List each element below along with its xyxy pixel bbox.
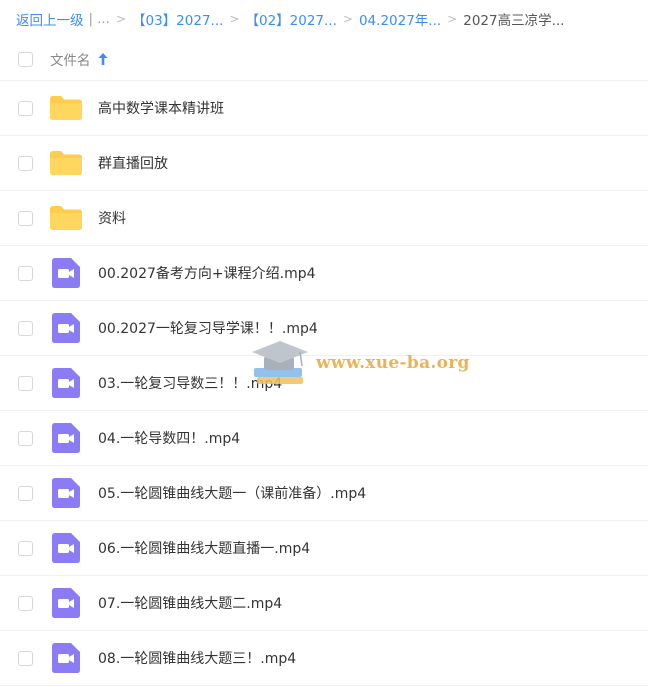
row-checkbox[interactable]	[18, 100, 33, 116]
breadcrumb-item[interactable]: 【03】2027...	[132, 9, 223, 29]
breadcrumb: 返回上一级 | ... > 【03】2027... > 【02】2027... …	[0, 0, 648, 38]
filename-column-header[interactable]: 文件名	[50, 49, 91, 69]
video-file-icon	[49, 643, 83, 673]
file-list: 高中数学课本精讲班 群直播回放资料 00.2027备考方向+课程介绍.mp4 00.2…	[0, 81, 648, 686]
back-link[interactable]: 返回上一级	[16, 9, 84, 29]
row-checkbox[interactable]	[18, 430, 33, 446]
row-checkbox[interactable]	[18, 540, 33, 556]
file-row[interactable]: 05.一轮圆锥曲线大题一（课前准备）.mp4	[0, 466, 648, 521]
row-checkbox[interactable]	[18, 155, 33, 171]
arrow-up-icon[interactable]	[98, 53, 108, 65]
file-name[interactable]: 06.一轮圆锥曲线大题直播一.mp4	[98, 538, 310, 558]
breadcrumb-divider: |	[88, 11, 94, 27]
row-checkbox[interactable]	[18, 485, 33, 501]
file-name[interactable]: 05.一轮圆锥曲线大题一（课前准备）.mp4	[98, 483, 366, 503]
file-name[interactable]: 群直播回放	[98, 153, 168, 173]
chevron-right-icon: >	[229, 12, 240, 26]
chevron-right-icon: >	[447, 12, 458, 26]
file-row[interactable]: 06.一轮圆锥曲线大题直播一.mp4	[0, 521, 648, 576]
select-all-checkbox[interactable]	[18, 51, 33, 67]
file-row[interactable]: 群直播回放	[0, 136, 648, 191]
row-checkbox[interactable]	[18, 320, 33, 336]
video-file-icon	[49, 258, 83, 288]
file-row[interactable]: 高中数学课本精讲班	[0, 81, 648, 136]
file-row[interactable]: 07.一轮圆锥曲线大题二.mp4	[0, 576, 648, 631]
breadcrumb-current: 2027高三凉学...	[463, 13, 565, 29]
breadcrumb-item[interactable]: 04.2027年...	[359, 9, 441, 29]
video-file-icon	[49, 368, 83, 398]
file-row[interactable]: 04.一轮导数四！.mp4	[0, 411, 648, 466]
breadcrumb-item[interactable]: 【02】2027...	[245, 9, 336, 29]
video-file-icon	[49, 423, 83, 453]
folder-icon	[49, 149, 83, 177]
file-row[interactable]: 00.2027一轮复习导学课！！.mp4	[0, 301, 648, 356]
row-checkbox[interactable]	[18, 375, 33, 391]
file-row[interactable]: 00.2027备考方向+课程介绍.mp4	[0, 246, 648, 301]
video-file-icon	[49, 478, 83, 508]
video-file-icon	[49, 533, 83, 563]
file-row[interactable]: 资料	[0, 191, 648, 246]
file-row[interactable]: 03.一轮复习导数三！！.mp4	[0, 356, 648, 411]
row-checkbox[interactable]	[18, 210, 33, 226]
file-name[interactable]: 00.2027备考方向+课程介绍.mp4	[98, 263, 316, 283]
file-name[interactable]: 04.一轮导数四！.mp4	[98, 428, 240, 448]
file-name[interactable]: 00.2027一轮复习导学课！！.mp4	[98, 318, 318, 338]
chevron-right-icon: >	[115, 12, 126, 26]
breadcrumb-ellipsis[interactable]: ...	[97, 11, 110, 27]
row-checkbox[interactable]	[18, 265, 33, 281]
folder-icon	[49, 204, 83, 232]
folder-icon	[49, 94, 83, 122]
file-name[interactable]: 资料	[98, 208, 126, 228]
file-name[interactable]: 07.一轮圆锥曲线大题二.mp4	[98, 593, 282, 613]
file-name[interactable]: 高中数学课本精讲班	[98, 98, 224, 118]
video-file-icon	[49, 313, 83, 343]
file-name[interactable]: 08.一轮圆锥曲线大题三！.mp4	[98, 648, 296, 668]
video-file-icon	[49, 588, 83, 618]
file-list-header: 文件名	[0, 38, 648, 81]
row-checkbox[interactable]	[18, 595, 33, 611]
file-row[interactable]: 08.一轮圆锥曲线大题三！.mp4	[0, 631, 648, 686]
row-checkbox[interactable]	[18, 650, 33, 666]
chevron-right-icon: >	[342, 12, 353, 26]
file-name[interactable]: 03.一轮复习导数三！！.mp4	[98, 373, 282, 393]
